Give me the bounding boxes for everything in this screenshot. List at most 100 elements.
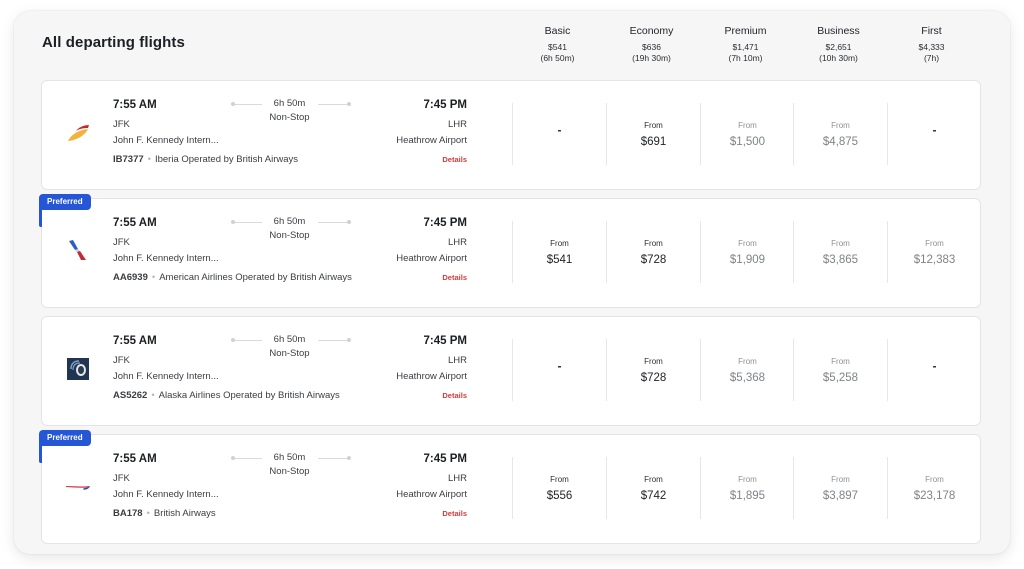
flight-stops: Non-Stop xyxy=(269,348,310,359)
fare-from-label: From xyxy=(644,239,663,248)
departure-airport-name: John F. Kennedy Intern... xyxy=(113,489,219,500)
flight-stops: Non-Stop xyxy=(269,230,310,241)
fare-from-label: From xyxy=(738,475,757,484)
fare-class-premium[interactable]: Premium $1,471 (7h 10m) xyxy=(699,25,792,64)
fare-from-label: From xyxy=(644,121,663,130)
departure-airport-code: JFK xyxy=(113,237,130,248)
departure-airport-name: John F. Kennedy Intern... xyxy=(113,371,219,382)
page-title: All departing flights xyxy=(42,34,185,51)
fare-price: $23,178 xyxy=(913,490,956,502)
route-start-dot-icon xyxy=(231,338,235,342)
flight-card[interactable]: Preferred 7:55 AM JFK John F. Kennedy In… xyxy=(39,430,981,544)
departure-time: 7:55 AM xyxy=(113,335,157,347)
preferred-badge: Preferred xyxy=(39,194,91,210)
fare-cell-basic[interactable]: From $556 xyxy=(512,457,606,519)
fare-cell-basic: - xyxy=(512,103,606,165)
fare-from-label: From xyxy=(925,475,944,484)
fare-cell-business[interactable]: From $3,865 xyxy=(793,221,887,283)
fare-cell-business[interactable]: From $4,875 xyxy=(793,103,887,165)
route-line-left xyxy=(233,104,262,105)
fare-cell-premium[interactable]: From $1,895 xyxy=(700,457,794,519)
details-link[interactable]: Details xyxy=(442,273,467,282)
flights-panel: All departing flights Basic $541 (6h 50m… xyxy=(14,11,1010,554)
fare-price: $556 xyxy=(546,490,573,502)
fare-price: $3,897 xyxy=(822,490,859,502)
fare-cell-economy[interactable]: From $728 xyxy=(606,221,700,283)
fare-cell-premium[interactable]: From $5,368 xyxy=(700,339,794,401)
fare-cell-business[interactable]: From $5,258 xyxy=(793,339,887,401)
fare-cells: From $541 From $728 From $1,909 From $3,865 From… xyxy=(512,221,980,283)
route-line-left xyxy=(233,222,262,223)
preferred-badge-tail xyxy=(39,207,42,227)
british-airways-logo-icon xyxy=(64,473,92,501)
fare-class-basic[interactable]: Basic $541 (6h 50m) xyxy=(511,25,604,64)
details-link[interactable]: Details xyxy=(442,391,467,400)
fare-cell-business[interactable]: From $3,897 xyxy=(793,457,887,519)
fare-cell-basic: - xyxy=(512,339,606,401)
separator-dot-icon: • xyxy=(151,272,156,283)
arrival-airport-code: LHR xyxy=(447,237,467,248)
fare-class-name: First xyxy=(921,25,942,37)
flight-duration: 6h 50m xyxy=(273,334,306,345)
flight-number: IB7377 xyxy=(113,154,144,165)
fare-price: $3,865 xyxy=(822,254,859,266)
fare-cell-economy[interactable]: From $728 xyxy=(606,339,700,401)
preferred-badge: Preferred xyxy=(39,430,91,446)
fare-cell-first: - xyxy=(887,339,981,401)
fare-class-economy[interactable]: Economy $636 (19h 30m) xyxy=(605,25,698,64)
fare-class-business[interactable]: Business $2,651 (10h 30m) xyxy=(792,25,885,64)
flight-stops: Non-Stop xyxy=(269,112,310,123)
fare-from-label: From xyxy=(831,121,850,130)
arrival-airport-name: Heathrow Airport xyxy=(396,135,467,146)
details-link[interactable]: Details xyxy=(442,155,467,164)
fare-cell-first[interactable]: From $12,383 xyxy=(887,221,981,283)
operator-name: British Airways xyxy=(153,508,216,519)
fare-class-price: $4,333 xyxy=(918,42,945,52)
fare-class-duration: (6h 50m) xyxy=(540,53,575,63)
route-line-right xyxy=(318,104,349,105)
fare-unavailable: - xyxy=(932,359,937,373)
arrival-airport-code: LHR xyxy=(447,119,467,130)
departure-time: 7:55 AM xyxy=(113,217,157,229)
route-end-dot-icon xyxy=(347,102,351,106)
preferred-badge-tail xyxy=(39,443,42,463)
alaska-airlines-logo-icon xyxy=(64,355,92,383)
fare-class-name: Economy xyxy=(629,25,674,37)
arrival-airport-name: Heathrow Airport xyxy=(396,253,467,264)
fare-price: $1,500 xyxy=(729,136,766,148)
fare-price: $12,383 xyxy=(913,254,956,266)
flight-card[interactable]: 7:55 AM JFK John F. Kennedy Intern... AS… xyxy=(41,316,981,426)
fare-cell-first[interactable]: From $23,178 xyxy=(887,457,981,519)
flight-card[interactable]: 7:55 AM JFK John F. Kennedy Intern... IB… xyxy=(41,80,981,190)
details-link[interactable]: Details xyxy=(442,509,467,518)
fare-price: $728 xyxy=(640,254,667,266)
fare-cell-premium[interactable]: From $1,500 xyxy=(700,103,794,165)
fare-from-label: From xyxy=(925,239,944,248)
arrival-airport-name: Heathrow Airport xyxy=(396,371,467,382)
fare-cell-basic[interactable]: From $541 xyxy=(512,221,606,283)
fare-cell-premium[interactable]: From $1,909 xyxy=(700,221,794,283)
fare-class-duration: (10h 30m) xyxy=(819,53,858,63)
departure-airport-code: JFK xyxy=(113,473,130,484)
fare-from-label: From xyxy=(550,475,569,484)
flight-duration: 6h 50m xyxy=(273,452,306,463)
fare-cell-economy[interactable]: From $742 xyxy=(606,457,700,519)
operator-name: Alaska Airlines Operated by British Airw… xyxy=(158,390,340,401)
route-start-dot-icon xyxy=(231,456,235,460)
flight-card[interactable]: Preferred 7:55 AM JFK John F. Kennedy In… xyxy=(39,194,981,308)
departure-time: 7:55 AM xyxy=(113,99,157,111)
fare-unavailable: - xyxy=(557,359,562,373)
arrival-airport-name: Heathrow Airport xyxy=(396,489,467,500)
fare-from-label: From xyxy=(831,239,850,248)
fare-from-label: From xyxy=(738,121,757,130)
flight-number: AS5262 xyxy=(113,390,148,401)
departure-time: 7:55 AM xyxy=(113,453,157,465)
fare-class-first[interactable]: First $4,333 (7h) xyxy=(885,25,978,64)
fare-from-label: From xyxy=(738,239,757,248)
fare-price: $5,368 xyxy=(729,372,766,384)
fare-price: $742 xyxy=(640,490,667,502)
route-line-right xyxy=(318,340,349,341)
fare-from-label: From xyxy=(644,357,663,366)
fare-cell-economy[interactable]: From $691 xyxy=(606,103,700,165)
fare-unavailable: - xyxy=(932,123,937,137)
